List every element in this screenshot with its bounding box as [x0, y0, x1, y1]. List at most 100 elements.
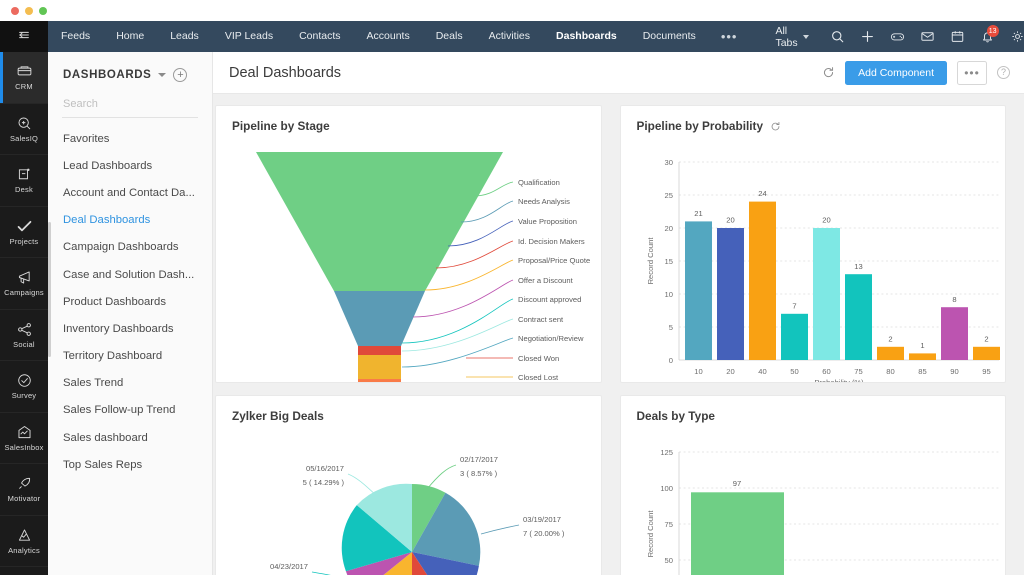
sidebar-item-campaign-dashboards[interactable]: Campaign Dashboards — [48, 234, 212, 261]
refresh-icon[interactable] — [770, 121, 781, 132]
nav-action-icons: 13 — [823, 21, 1024, 52]
rail-item-campaigns[interactable]: Campaigns — [0, 258, 48, 310]
card-title-text: Pipeline by Probability — [636, 119, 764, 133]
rail-label: CRM — [15, 82, 33, 92]
funnel-label-id-decision-makers: Id. Decision Makers — [518, 237, 585, 246]
sidebar-search-input[interactable]: Search — [62, 94, 198, 118]
add-dashboard-button[interactable]: + — [173, 68, 188, 82]
funnel-segment-contract-sent — [358, 346, 401, 355]
rail-label: Motivator — [7, 494, 41, 504]
bar-chart-deals-by-type: 125 100 75 50 25 97 Record Count — [621, 424, 1006, 575]
sidebar-item-territory-dashboard[interactable]: Territory Dashboard — [48, 343, 212, 370]
pie-chart-zylker-big-deals: 02/17/2017 3 ( 8.57% ) 03/19/2017 7 ( 20… — [216, 424, 601, 575]
nav-tab-leads[interactable]: Leads — [157, 21, 212, 52]
campaigns-megaphone-icon — [16, 269, 33, 286]
nav-tab-documents[interactable]: Documents — [630, 21, 709, 52]
rail-item-crm[interactable]: CRM — [0, 52, 48, 104]
x-tick-label: 20 — [726, 367, 734, 376]
card-title: Pipeline by Probability — [621, 106, 1006, 133]
bar-40 — [748, 201, 776, 360]
sidebar-item-inventory-dashboards[interactable]: Inventory Dashboards — [48, 315, 212, 342]
sidebar-item-deal-dashboards[interactable]: Deal Dashboards — [48, 207, 212, 234]
funnel-segment-value-proposition-group — [334, 291, 425, 346]
sidebar-item-account-contact-dashboards[interactable]: Account and Contact Da... — [48, 179, 212, 206]
rail-item-desk[interactable]: Desk — [0, 155, 48, 207]
add-component-button[interactable]: Add Component — [845, 60, 947, 85]
app-window: CRM SalesIQ Desk Projects Campaigns Soci… — [0, 0, 1024, 575]
rail-item-salesiq[interactable]: SalesIQ — [0, 104, 48, 155]
y-tick-label: 5 — [668, 323, 672, 332]
rail-label: Desk — [15, 185, 33, 195]
x-axis-title: Probability (%) — [814, 378, 864, 383]
all-tabs-label: All Tabs — [775, 24, 798, 49]
rail-item-projects[interactable]: Projects — [0, 207, 48, 258]
card-title-text: Pipeline by Stage — [232, 119, 330, 133]
nav-tab-dashboards[interactable]: Dashboards — [543, 21, 630, 52]
bar-chart-probability: 0 5 10 15 20 25 30 21 20 24 7 20 13 2 1 … — [621, 134, 1006, 382]
rail-label: Projects — [9, 236, 39, 246]
survey-check-circle-icon — [16, 372, 33, 389]
collapse-icon — [17, 28, 31, 45]
all-tabs-dropdown[interactable]: All Tabs — [775, 24, 809, 49]
bar-10 — [684, 221, 712, 360]
more-options-button[interactable]: ••• — [957, 60, 987, 85]
funnel-label-negotiation-review: Negotiation/Review — [518, 334, 584, 343]
window-minimize-button[interactable] — [25, 6, 33, 15]
page-title: Deal Dashboards — [229, 64, 342, 81]
rail-collapse-button[interactable] — [0, 21, 48, 52]
sidebar-scrollbar[interactable] — [48, 222, 51, 357]
sidebar-item-sales-trend[interactable]: Sales Trend — [48, 370, 212, 397]
sidebar-item-top-sales-reps[interactable]: Top Sales Reps — [48, 451, 212, 478]
nav-tab-accounts[interactable]: Accounts — [354, 21, 423, 52]
y-tick-label: 15 — [664, 257, 672, 266]
sidebar-item-favorites[interactable]: Favorites — [48, 125, 212, 152]
window-close-button[interactable] — [11, 6, 19, 15]
x-tick-label: 10 — [694, 367, 702, 376]
bar-value-label: 21 — [694, 209, 702, 218]
rail-item-salesinbox[interactable]: SalesInbox — [0, 413, 48, 464]
settings-gear-icon[interactable] — [1003, 21, 1024, 52]
bar-90 — [940, 307, 968, 360]
bar-95 — [972, 346, 1000, 360]
nav-tab-activities[interactable]: Activities — [476, 21, 543, 52]
mail-icon[interactable] — [913, 21, 943, 52]
rail-item-survey[interactable]: Survey — [0, 361, 48, 413]
bar-60 — [812, 228, 840, 360]
add-plus-icon[interactable] — [853, 21, 883, 52]
notifications-bell-icon[interactable]: 13 — [973, 21, 1003, 52]
card-title-text: Deals by Type — [636, 409, 715, 423]
sidebar-item-case-solution-dashboards[interactable]: Case and Solution Dash... — [48, 261, 212, 288]
nav-more-button[interactable]: ••• — [709, 29, 750, 44]
bar-value-label: 13 — [854, 262, 862, 271]
calendar-icon[interactable] — [943, 21, 973, 52]
rail-item-analytics[interactable]: Analytics — [0, 516, 48, 567]
sidebar-item-lead-dashboards[interactable]: Lead Dashboards — [48, 152, 212, 179]
dashboard-row-1: Pipeline by Stage Qualification Needs An… — [215, 105, 1006, 383]
window-maximize-button[interactable] — [39, 6, 47, 15]
nav-tab-contacts[interactable]: Contacts — [286, 21, 353, 52]
sidebar-item-sales-dashboard[interactable]: Sales dashboard — [48, 424, 212, 451]
rail-item-social[interactable]: Social — [0, 310, 48, 361]
rail-label: SalesIQ — [9, 133, 39, 143]
refresh-icon[interactable] — [822, 66, 835, 79]
funnel-label-offer-a-discount: Offer a Discount — [518, 276, 574, 285]
bar-value-label: 1 — [920, 341, 924, 350]
nav-tab-deals[interactable]: Deals — [423, 21, 476, 52]
help-icon[interactable]: ? — [997, 66, 1010, 79]
window-titlebar — [0, 0, 1024, 21]
nav-tab-feeds[interactable]: Feeds — [48, 21, 103, 52]
nav-tab-vip-leads[interactable]: VIP Leads — [212, 21, 286, 52]
sidebar-item-sales-followup-trend[interactable]: Sales Follow-up Trend — [48, 397, 212, 424]
search-icon[interactable] — [823, 21, 853, 52]
bar-20 — [716, 228, 744, 360]
funnel-segment-negotiation-review — [358, 355, 401, 379]
main-content: Deal Dashboards Add Component ••• ? Pipe… — [213, 52, 1024, 575]
y-tick-label: 30 — [664, 158, 672, 167]
card-zylker-big-deals: Zylker Big Deals 02/17/2017 3 (8.57%) … — [215, 395, 602, 575]
chevron-down-icon[interactable] — [158, 73, 167, 77]
sidebar-item-product-dashboards[interactable]: Product Dashboards — [48, 288, 212, 315]
rail-item-motivator[interactable]: Motivator — [0, 464, 48, 516]
crm-icon — [16, 63, 33, 80]
gamification-icon[interactable] — [883, 21, 913, 52]
nav-tab-home[interactable]: Home — [103, 21, 157, 52]
